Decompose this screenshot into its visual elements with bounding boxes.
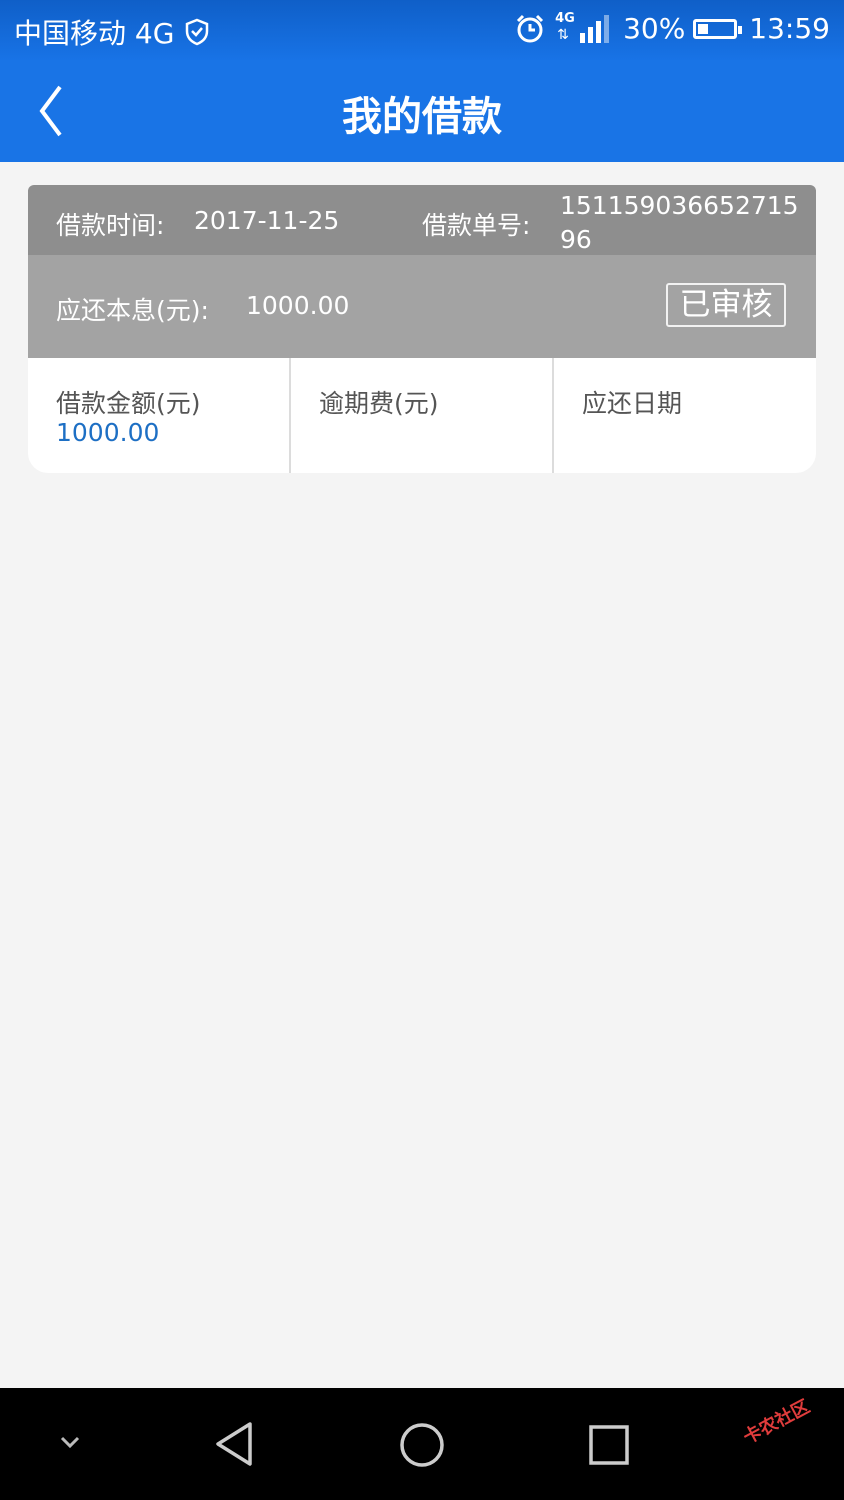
app-header: 我的借款 bbox=[0, 60, 844, 162]
network-type-label: 4G bbox=[555, 10, 575, 26]
battery-icon bbox=[693, 18, 743, 39]
signal-icon bbox=[577, 14, 610, 43]
due-date-label: 应还日期 bbox=[582, 389, 683, 418]
loan-amount-cell: 借款金额(元) 1000.00 bbox=[28, 358, 291, 473]
back-triangle-icon[interactable] bbox=[212, 1420, 256, 1468]
due-amount-label: 应还本息(元): bbox=[56, 296, 209, 325]
loan-id-label: 借款单号: bbox=[422, 211, 531, 240]
status-left: 中国移动 4G bbox=[14, 12, 210, 52]
recents-square-icon[interactable] bbox=[588, 1424, 630, 1466]
loan-card[interactable]: 借款时间: 2017-11-25 借款单号: 15115903665271596… bbox=[28, 185, 816, 473]
navigation-bar bbox=[0, 1388, 844, 1500]
due-amount-value: 1000.00 bbox=[246, 291, 350, 320]
chevron-down-icon[interactable] bbox=[56, 1432, 84, 1452]
due-row: 应还本息(元): 1000.00 已审核 bbox=[28, 255, 816, 358]
page-title: 我的借款 bbox=[342, 94, 502, 140]
status-right: 4G ⇅ 30% 13:59 bbox=[515, 11, 830, 45]
battery-percent: 30% bbox=[623, 12, 686, 45]
status-bar: 中国移动 4G 4G ⇅ 30% 13:59 bbox=[0, 0, 844, 60]
loan-amount-label: 借款金额(元) bbox=[56, 389, 201, 418]
overdue-fee-cell: 逾期费(元) bbox=[291, 358, 554, 473]
overdue-fee-label: 逾期费(元) bbox=[319, 389, 439, 418]
status-badge: 已审核 bbox=[666, 283, 786, 327]
loan-id-value: 15115903665271596 bbox=[560, 191, 799, 254]
network-type-icon: 4G ⇅ bbox=[555, 11, 577, 43]
loan-date-value: 2017-11-25 bbox=[194, 206, 340, 235]
loan-info-row: 借款时间: 2017-11-25 借款单号: 15115903665271596 bbox=[28, 185, 816, 255]
carrier-text: 中国移动 4G bbox=[14, 17, 175, 50]
data-arrows-icon: ⇅ bbox=[557, 26, 569, 43]
alarm-icon bbox=[517, 14, 544, 42]
clock: 13:59 bbox=[749, 12, 830, 45]
loan-date-label: 借款时间: bbox=[56, 211, 165, 240]
home-circle-icon[interactable] bbox=[398, 1421, 446, 1469]
loan-detail-row: 借款金额(元) 1000.00 逾期费(元) 应还日期 bbox=[28, 358, 816, 473]
due-date-cell: 应还日期 bbox=[554, 358, 816, 473]
shield-check-icon bbox=[186, 18, 209, 46]
battery-fill bbox=[698, 23, 709, 34]
loan-amount-value: 1000.00 bbox=[56, 418, 160, 447]
